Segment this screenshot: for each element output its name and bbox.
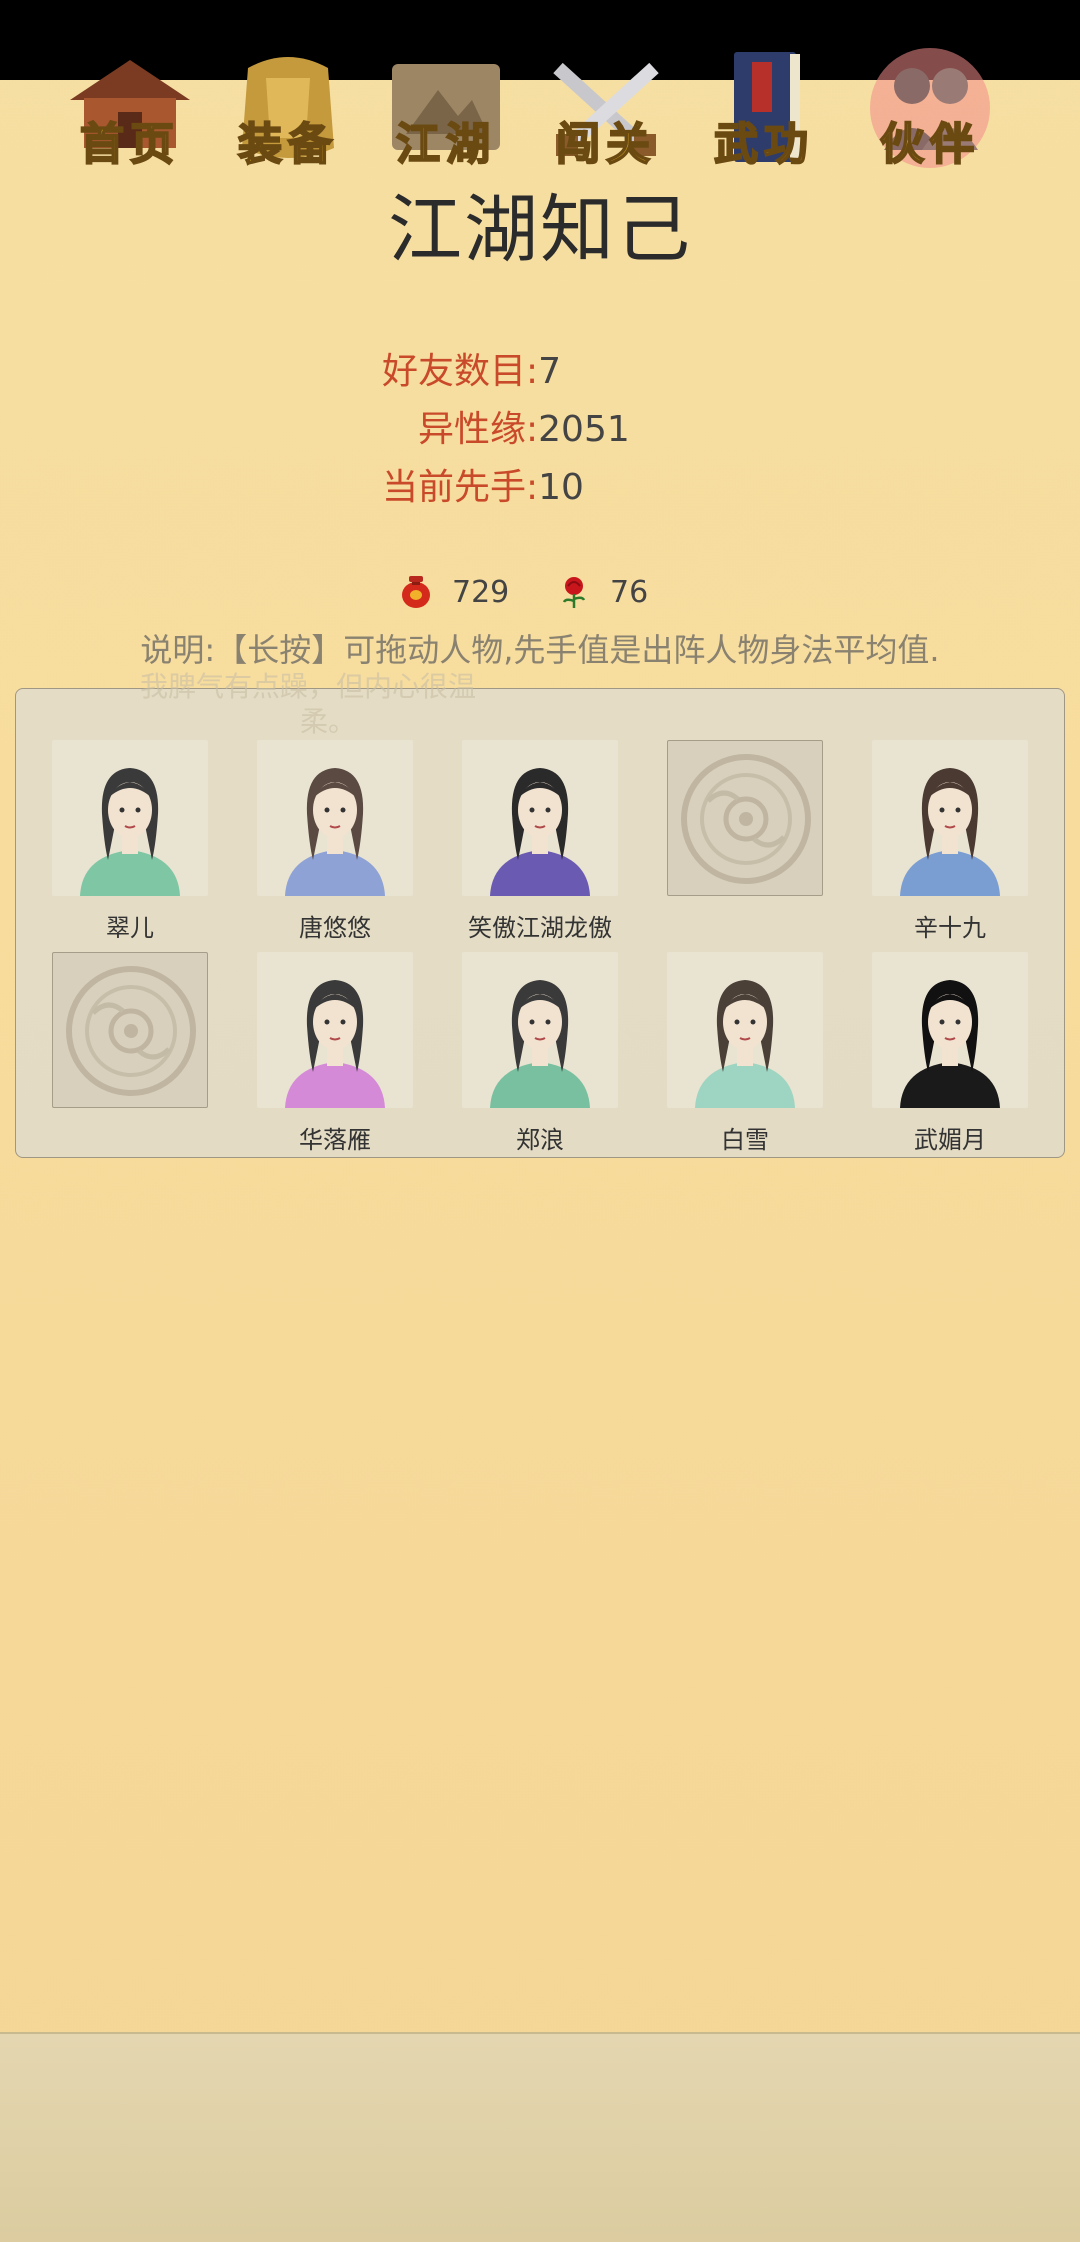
companion-card[interactable]: 唐悠悠 <box>257 740 413 942</box>
nav-label: 伙伴 <box>879 118 980 171</box>
companion-card[interactable]: 武媚月 <box>872 952 1028 1154</box>
empty-slot-emblem <box>52 952 208 1108</box>
resource-wine: 729 <box>398 570 509 614</box>
stat-label: 好友数目: <box>382 351 539 392</box>
nav-label: 江湖 <box>395 118 496 171</box>
companion-card[interactable]: 白雪 <box>667 952 823 1154</box>
nav-label: 首页 <box>79 118 180 171</box>
nav-label: 闯关 <box>555 118 656 171</box>
resource-value: 76 <box>610 574 649 610</box>
nav-item-armor[interactable]: 装备 <box>218 38 358 178</box>
nav-item-partners[interactable]: 伙伴 <box>860 38 1000 178</box>
faded-dialogue-line: 柔。 <box>300 705 357 738</box>
companion-portrait <box>462 952 618 1108</box>
stat-value: 2051 <box>538 409 630 450</box>
companion-name: 唐悠悠 <box>299 914 371 942</box>
rose-icon <box>556 574 592 610</box>
stat-value: 10 <box>538 467 584 508</box>
companion-portrait <box>52 740 208 896</box>
resource-value: 729 <box>452 574 510 610</box>
companion-portrait <box>257 740 413 896</box>
empty-slot-emblem <box>667 740 823 896</box>
nav-label: 武功 <box>713 118 814 171</box>
bottom-nav <box>0 2032 1080 2242</box>
companion-portrait <box>872 952 1028 1108</box>
resource-rose: 76 <box>556 570 648 614</box>
companion-card[interactable]: 华落雁 <box>257 952 413 1154</box>
companion-card[interactable]: 翠儿 <box>52 740 208 942</box>
companion-portrait <box>872 740 1028 896</box>
nav-item-book[interactable]: 武功 <box>694 38 834 178</box>
companion-name <box>52 1120 208 1150</box>
companion-slot-empty[interactable] <box>52 952 208 1150</box>
companion-portrait <box>257 952 413 1108</box>
companion-name: 郑浪 <box>516 1126 564 1154</box>
faded-dialogue-line: 我脾气有点躁，但内心很温 <box>140 670 477 703</box>
stat-label: 异性缘: <box>418 409 539 450</box>
wine-jar-icon <box>398 574 434 610</box>
stat-initiative: 当前先手:10 <box>382 458 584 510</box>
companion-slot-empty[interactable] <box>667 740 823 938</box>
nav-item-scroll-map[interactable]: 江湖 <box>376 38 516 178</box>
companion-portrait <box>667 952 823 1108</box>
companion-name <box>667 908 823 938</box>
companion-portrait <box>462 740 618 896</box>
stat-label: 当前先手: <box>382 467 539 508</box>
stat-affinity: 异性缘:2051 <box>418 400 630 452</box>
nav-item-house[interactable]: 首页 <box>60 38 200 178</box>
companion-name: 华落雁 <box>299 1126 371 1154</box>
stat-value: 7 <box>538 351 562 392</box>
nav-label: 装备 <box>237 118 338 171</box>
companion-card[interactable]: 辛十九 <box>872 740 1028 942</box>
companion-card[interactable]: 郑浪 <box>462 952 618 1154</box>
stat-friend-count: 好友数目:7 <box>382 342 561 394</box>
companion-name: 武媚月 <box>914 1126 986 1154</box>
companion-name: 笑傲江湖龙傲 <box>468 914 612 942</box>
nav-item-swords[interactable]: 闯关 <box>536 38 676 178</box>
companion-name: 翠儿 <box>106 914 154 942</box>
companion-name: 白雪 <box>721 1126 769 1154</box>
companion-name: 辛十九 <box>914 914 986 942</box>
companion-card[interactable]: 笑傲江湖龙傲 <box>462 740 618 942</box>
page-title: 江湖知己 <box>388 187 692 273</box>
